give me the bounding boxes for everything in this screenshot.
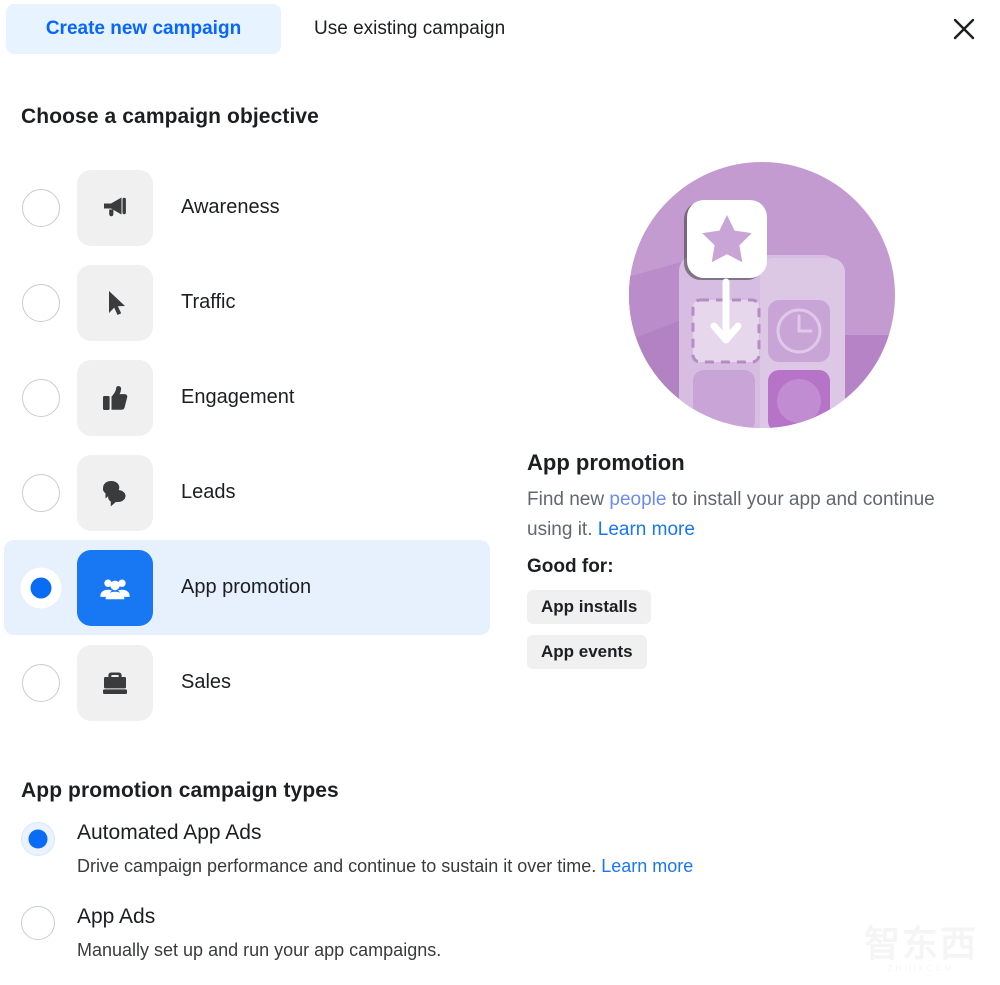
campaign-types-heading: App promotion campaign types [21,779,339,802]
megaphone-icon-tile [77,169,153,246]
detail-description: Find new people to install your app and … [527,485,947,545]
watermark: 智东西 ZHIDXCOM [856,923,986,974]
campaign-type-desc-app-ads: Manually set up and run your app campaig… [77,938,441,962]
campaign-type-row-app-ads[interactable]: App Ads Manually set up and run your app… [21,904,821,962]
chat-bubbles-icon-tile [77,454,153,531]
radio-app-ads[interactable] [21,906,55,940]
app-promotion-illustration [627,160,897,430]
briefcase-icon-tile [77,644,153,721]
radio-traffic[interactable] [22,283,60,322]
objective-list: Awareness Traffic Engagement Leads App p… [0,160,500,730]
objective-detail-panel: App promotion Find new people to install… [527,160,977,680]
radio-app-promotion[interactable] [22,568,60,607]
objective-label-engagement: Engagement [181,386,295,408]
objective-label-app-promotion: App promotion [181,576,312,598]
people-link[interactable]: people [609,489,666,510]
thumbs-up-icon [98,381,132,415]
objective-label-traffic: Traffic [181,291,236,313]
objective-row-engagement[interactable]: Engagement [4,350,490,445]
objective-row-traffic[interactable]: Traffic [4,255,490,350]
people-icon [97,570,133,606]
dialog-header: Create new campaign Use existing campaig… [0,0,1000,58]
campaign-type-desc-text-0: Drive campaign performance and continue … [77,856,602,876]
radio-sales[interactable] [22,663,60,702]
people-icon-tile [77,549,153,626]
campaign-type-title-app-ads: App Ads [77,905,156,928]
objective-row-sales[interactable]: Sales [4,635,490,730]
campaign-type-title-automated-app-ads: Automated App Ads [77,821,262,844]
good-for-label: Good for: [527,556,614,577]
detail-learn-more-link[interactable]: Learn more [598,519,695,540]
objective-row-app-promotion[interactable]: App promotion [4,540,490,635]
megaphone-icon [98,191,132,225]
close-button[interactable] [945,10,983,48]
watermark-main-text: 智东西 [863,923,978,964]
objective-section-heading: Choose a campaign objective [21,105,319,128]
detail-desc-part1: Find new [527,489,610,510]
tab-create-new-campaign[interactable]: Create new campaign [6,4,281,54]
briefcase-icon [98,666,132,700]
radio-engagement[interactable] [22,378,60,417]
objective-label-sales: Sales [181,671,232,693]
thumbs-up-icon-tile [77,359,153,436]
objective-row-leads[interactable]: Leads [4,445,490,540]
campaign-objective-dialog: Create new campaign Use existing campaig… [0,0,1000,985]
objective-label-leads: Leads [181,481,236,503]
campaign-types-list: Automated App Ads Drive campaign perform… [21,820,821,985]
cursor-icon [98,286,132,320]
close-icon [951,16,977,42]
radio-leads[interactable] [22,473,60,512]
chat-bubbles-icon [98,476,132,510]
objective-row-awareness[interactable]: Awareness [4,160,490,255]
watermark-sub-text: ZHIDXCOM [887,964,955,973]
objective-label-awareness: Awareness [181,196,280,218]
tab-use-existing-campaign[interactable]: Use existing campaign [296,4,546,54]
campaign-type-desc-text-1: Manually set up and run your app campaig… [77,940,442,960]
cursor-icon-tile [77,264,153,341]
detail-title: App promotion [527,450,685,475]
campaign-type-row-automated-app-ads[interactable]: Automated App Ads Drive campaign perform… [21,820,821,878]
campaign-type-learn-more-link-0[interactable]: Learn more [601,856,693,876]
campaign-type-desc-automated-app-ads: Drive campaign performance and continue … [77,854,693,878]
radio-awareness[interactable] [22,188,60,227]
tag-app-events: App events [527,635,647,669]
radio-automated-app-ads[interactable] [21,822,55,856]
tag-app-installs: App installs [527,590,652,624]
good-for-tags: App installs App events [527,590,977,680]
